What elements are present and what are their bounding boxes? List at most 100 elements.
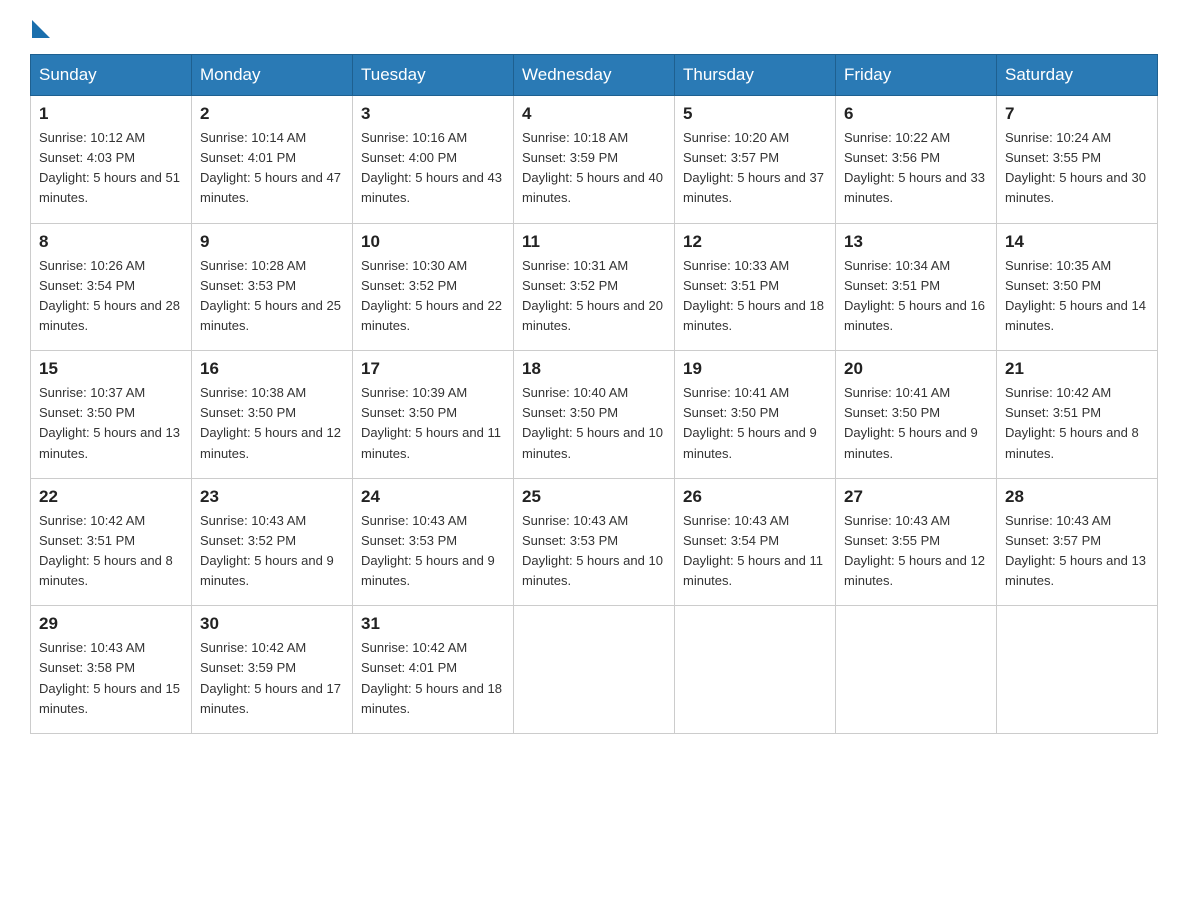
day-number: 17 bbox=[361, 359, 505, 379]
day-number: 11 bbox=[522, 232, 666, 252]
day-info: Sunrise: 10:12 AM Sunset: 4:03 PM Daylig… bbox=[39, 128, 183, 209]
calendar-cell: 10 Sunrise: 10:30 AM Sunset: 3:52 PM Day… bbox=[353, 223, 514, 351]
day-info: Sunrise: 10:38 AM Sunset: 3:50 PM Daylig… bbox=[200, 383, 344, 464]
day-number: 20 bbox=[844, 359, 988, 379]
day-number: 2 bbox=[200, 104, 344, 124]
calendar-week-4: 22 Sunrise: 10:42 AM Sunset: 3:51 PM Day… bbox=[31, 478, 1158, 606]
day-number: 5 bbox=[683, 104, 827, 124]
calendar-cell bbox=[514, 606, 675, 734]
day-info: Sunrise: 10:18 AM Sunset: 3:59 PM Daylig… bbox=[522, 128, 666, 209]
day-info: Sunrise: 10:34 AM Sunset: 3:51 PM Daylig… bbox=[844, 256, 988, 337]
day-number: 3 bbox=[361, 104, 505, 124]
day-number: 27 bbox=[844, 487, 988, 507]
day-info: Sunrise: 10:16 AM Sunset: 4:00 PM Daylig… bbox=[361, 128, 505, 209]
calendar-cell: 14 Sunrise: 10:35 AM Sunset: 3:50 PM Day… bbox=[997, 223, 1158, 351]
day-number: 9 bbox=[200, 232, 344, 252]
day-number: 19 bbox=[683, 359, 827, 379]
day-number: 6 bbox=[844, 104, 988, 124]
calendar-cell: 13 Sunrise: 10:34 AM Sunset: 3:51 PM Day… bbox=[836, 223, 997, 351]
calendar-cell: 31 Sunrise: 10:42 AM Sunset: 4:01 PM Day… bbox=[353, 606, 514, 734]
day-number: 12 bbox=[683, 232, 827, 252]
calendar-cell: 15 Sunrise: 10:37 AM Sunset: 3:50 PM Day… bbox=[31, 351, 192, 479]
day-number: 21 bbox=[1005, 359, 1149, 379]
day-info: Sunrise: 10:14 AM Sunset: 4:01 PM Daylig… bbox=[200, 128, 344, 209]
day-info: Sunrise: 10:43 AM Sunset: 3:53 PM Daylig… bbox=[522, 511, 666, 592]
calendar-week-1: 1 Sunrise: 10:12 AM Sunset: 4:03 PM Dayl… bbox=[31, 96, 1158, 224]
calendar-cell bbox=[836, 606, 997, 734]
calendar-cell: 30 Sunrise: 10:42 AM Sunset: 3:59 PM Day… bbox=[192, 606, 353, 734]
calendar-cell: 6 Sunrise: 10:22 AM Sunset: 3:56 PM Dayl… bbox=[836, 96, 997, 224]
calendar-cell: 3 Sunrise: 10:16 AM Sunset: 4:00 PM Dayl… bbox=[353, 96, 514, 224]
day-number: 30 bbox=[200, 614, 344, 634]
calendar-cell: 4 Sunrise: 10:18 AM Sunset: 3:59 PM Dayl… bbox=[514, 96, 675, 224]
calendar-cell: 1 Sunrise: 10:12 AM Sunset: 4:03 PM Dayl… bbox=[31, 96, 192, 224]
day-info: Sunrise: 10:40 AM Sunset: 3:50 PM Daylig… bbox=[522, 383, 666, 464]
day-number: 22 bbox=[39, 487, 183, 507]
calendar-cell: 25 Sunrise: 10:43 AM Sunset: 3:53 PM Day… bbox=[514, 478, 675, 606]
day-info: Sunrise: 10:42 AM Sunset: 3:59 PM Daylig… bbox=[200, 638, 344, 719]
calendar-cell: 22 Sunrise: 10:42 AM Sunset: 3:51 PM Day… bbox=[31, 478, 192, 606]
day-info: Sunrise: 10:43 AM Sunset: 3:57 PM Daylig… bbox=[1005, 511, 1149, 592]
day-number: 25 bbox=[522, 487, 666, 507]
day-info: Sunrise: 10:26 AM Sunset: 3:54 PM Daylig… bbox=[39, 256, 183, 337]
day-info: Sunrise: 10:31 AM Sunset: 3:52 PM Daylig… bbox=[522, 256, 666, 337]
day-info: Sunrise: 10:22 AM Sunset: 3:56 PM Daylig… bbox=[844, 128, 988, 209]
day-info: Sunrise: 10:28 AM Sunset: 3:53 PM Daylig… bbox=[200, 256, 344, 337]
day-number: 15 bbox=[39, 359, 183, 379]
day-number: 23 bbox=[200, 487, 344, 507]
calendar-cell: 5 Sunrise: 10:20 AM Sunset: 3:57 PM Dayl… bbox=[675, 96, 836, 224]
calendar-cell bbox=[675, 606, 836, 734]
day-number: 29 bbox=[39, 614, 183, 634]
calendar-week-5: 29 Sunrise: 10:43 AM Sunset: 3:58 PM Day… bbox=[31, 606, 1158, 734]
calendar-cell: 18 Sunrise: 10:40 AM Sunset: 3:50 PM Day… bbox=[514, 351, 675, 479]
day-number: 8 bbox=[39, 232, 183, 252]
day-number: 16 bbox=[200, 359, 344, 379]
day-info: Sunrise: 10:39 AM Sunset: 3:50 PM Daylig… bbox=[361, 383, 505, 464]
calendar-cell: 11 Sunrise: 10:31 AM Sunset: 3:52 PM Day… bbox=[514, 223, 675, 351]
day-info: Sunrise: 10:37 AM Sunset: 3:50 PM Daylig… bbox=[39, 383, 183, 464]
calendar-cell: 29 Sunrise: 10:43 AM Sunset: 3:58 PM Day… bbox=[31, 606, 192, 734]
day-number: 7 bbox=[1005, 104, 1149, 124]
calendar-cell: 24 Sunrise: 10:43 AM Sunset: 3:53 PM Day… bbox=[353, 478, 514, 606]
day-number: 31 bbox=[361, 614, 505, 634]
calendar-body: 1 Sunrise: 10:12 AM Sunset: 4:03 PM Dayl… bbox=[31, 96, 1158, 734]
calendar-cell: 19 Sunrise: 10:41 AM Sunset: 3:50 PM Day… bbox=[675, 351, 836, 479]
calendar-header-thursday: Thursday bbox=[675, 55, 836, 96]
calendar-cell: 16 Sunrise: 10:38 AM Sunset: 3:50 PM Day… bbox=[192, 351, 353, 479]
day-number: 28 bbox=[1005, 487, 1149, 507]
day-info: Sunrise: 10:33 AM Sunset: 3:51 PM Daylig… bbox=[683, 256, 827, 337]
calendar-cell: 21 Sunrise: 10:42 AM Sunset: 3:51 PM Day… bbox=[997, 351, 1158, 479]
day-number: 4 bbox=[522, 104, 666, 124]
day-number: 10 bbox=[361, 232, 505, 252]
day-info: Sunrise: 10:41 AM Sunset: 3:50 PM Daylig… bbox=[844, 383, 988, 464]
calendar-header-saturday: Saturday bbox=[997, 55, 1158, 96]
day-info: Sunrise: 10:43 AM Sunset: 3:54 PM Daylig… bbox=[683, 511, 827, 592]
calendar-cell: 20 Sunrise: 10:41 AM Sunset: 3:50 PM Day… bbox=[836, 351, 997, 479]
day-info: Sunrise: 10:42 AM Sunset: 3:51 PM Daylig… bbox=[1005, 383, 1149, 464]
calendar-cell: 17 Sunrise: 10:39 AM Sunset: 3:50 PM Day… bbox=[353, 351, 514, 479]
calendar-header-wednesday: Wednesday bbox=[514, 55, 675, 96]
header bbox=[30, 20, 1158, 34]
calendar-header-friday: Friday bbox=[836, 55, 997, 96]
day-number: 26 bbox=[683, 487, 827, 507]
calendar-cell bbox=[997, 606, 1158, 734]
day-info: Sunrise: 10:35 AM Sunset: 3:50 PM Daylig… bbox=[1005, 256, 1149, 337]
day-info: Sunrise: 10:43 AM Sunset: 3:53 PM Daylig… bbox=[361, 511, 505, 592]
logo bbox=[30, 20, 50, 34]
calendar-header-tuesday: Tuesday bbox=[353, 55, 514, 96]
calendar: SundayMondayTuesdayWednesdayThursdayFrid… bbox=[30, 54, 1158, 734]
calendar-cell: 2 Sunrise: 10:14 AM Sunset: 4:01 PM Dayl… bbox=[192, 96, 353, 224]
day-info: Sunrise: 10:43 AM Sunset: 3:55 PM Daylig… bbox=[844, 511, 988, 592]
calendar-header-monday: Monday bbox=[192, 55, 353, 96]
logo-arrow-icon bbox=[32, 20, 50, 38]
day-info: Sunrise: 10:41 AM Sunset: 3:50 PM Daylig… bbox=[683, 383, 827, 464]
day-info: Sunrise: 10:30 AM Sunset: 3:52 PM Daylig… bbox=[361, 256, 505, 337]
day-info: Sunrise: 10:43 AM Sunset: 3:52 PM Daylig… bbox=[200, 511, 344, 592]
day-number: 18 bbox=[522, 359, 666, 379]
calendar-header-sunday: Sunday bbox=[31, 55, 192, 96]
day-info: Sunrise: 10:43 AM Sunset: 3:58 PM Daylig… bbox=[39, 638, 183, 719]
calendar-cell: 26 Sunrise: 10:43 AM Sunset: 3:54 PM Day… bbox=[675, 478, 836, 606]
day-info: Sunrise: 10:20 AM Sunset: 3:57 PM Daylig… bbox=[683, 128, 827, 209]
day-number: 13 bbox=[844, 232, 988, 252]
calendar-cell: 9 Sunrise: 10:28 AM Sunset: 3:53 PM Dayl… bbox=[192, 223, 353, 351]
